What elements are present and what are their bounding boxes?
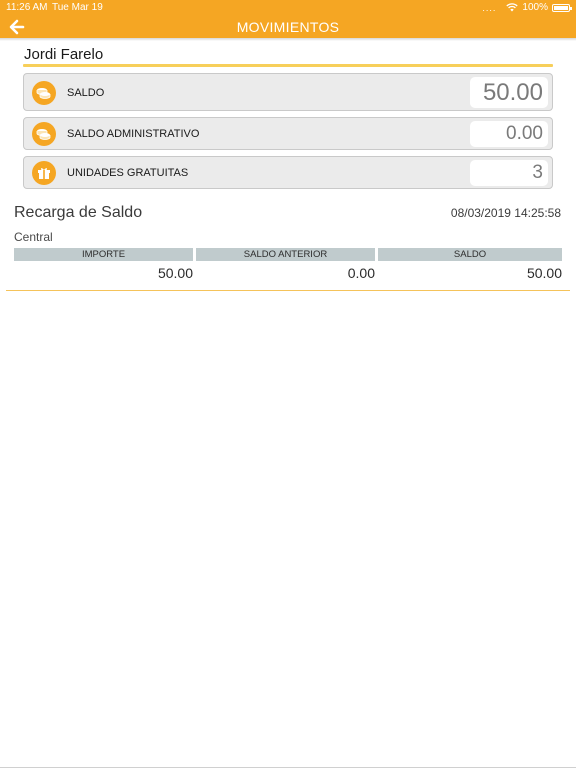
status-date: Tue Mar 19	[52, 2, 103, 13]
balance-value-units: 3	[470, 160, 548, 186]
balance-value-saldo: 50.00	[470, 77, 548, 108]
status-dots: ....	[482, 2, 497, 13]
wifi-icon	[506, 3, 519, 12]
movement-origin: Central	[14, 230, 53, 244]
balance-label-admin: SALDO ADMINISTRATIVO	[67, 128, 200, 140]
movement-value-saldo-anterior: 0.00	[347, 265, 375, 281]
movement-datetime: 08/03/2019 14:25:58	[450, 206, 561, 220]
user-name: Jordi Farelo	[24, 46, 104, 63]
balance-value-admin: 0.00	[470, 121, 548, 147]
balance-label-units: UNIDADES GRATUITAS	[67, 167, 189, 179]
nav-bar: MOVIMIENTOS	[0, 16, 576, 38]
gift-icon	[32, 161, 56, 185]
balance-label-saldo: SALDO	[67, 87, 105, 99]
status-right: .... 100%	[482, 2, 572, 13]
battery-icon	[552, 3, 572, 12]
balance-card-saldo: SALDO 50.00	[23, 73, 553, 111]
balance-card-units: UNIDADES GRATUITAS 3	[23, 156, 553, 189]
movement-title: Recarga de Saldo	[14, 204, 143, 221]
column-header-saldo-anterior: SALDO ANTERIOR	[196, 248, 375, 261]
status-time: 11:26 AM	[6, 2, 48, 13]
balance-card-admin: SALDO ADMINISTRATIVO 0.00	[23, 117, 553, 150]
coins-icon	[32, 81, 56, 105]
page-title: MOVIMIENTOS	[236, 19, 340, 35]
movement-value-importe: 50.00	[157, 265, 193, 281]
column-header-saldo: SALDO	[378, 248, 562, 261]
coins-icon	[32, 122, 56, 146]
status-bar: 11:26 AM Tue Mar 19 .... 100%	[0, 0, 576, 16]
movement-divider	[6, 290, 570, 291]
column-header-importe: IMPORTE	[14, 248, 193, 261]
battery-percent: 100%	[522, 2, 548, 13]
movement-value-saldo: 50.00	[526, 265, 562, 281]
user-underline	[23, 64, 553, 67]
nav-shadow	[0, 38, 576, 41]
